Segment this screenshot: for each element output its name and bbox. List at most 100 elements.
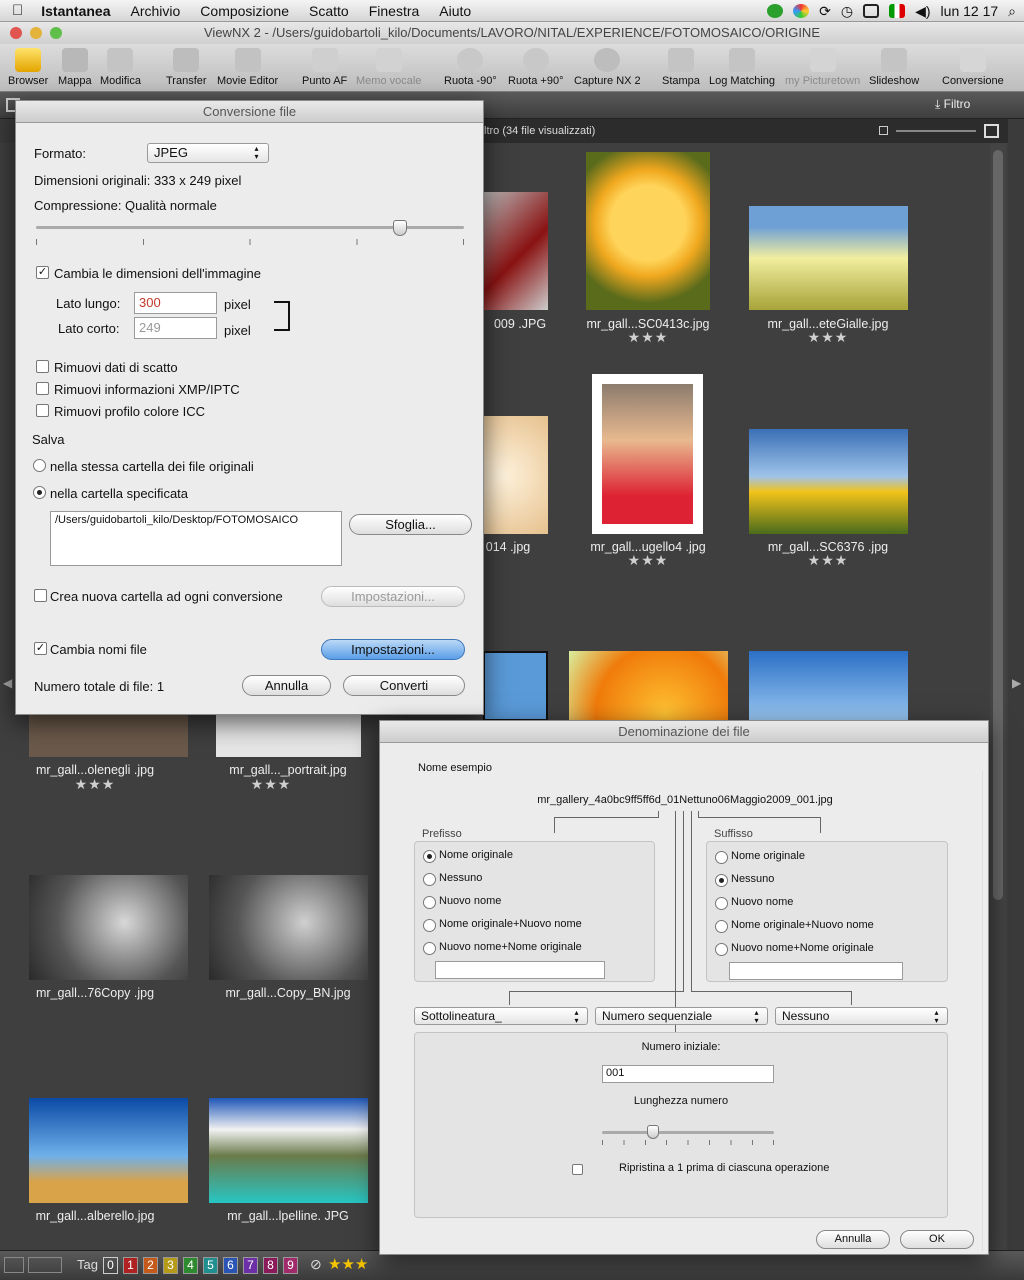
- minimize-icon[interactable]: [30, 27, 42, 39]
- numbering-select[interactable]: Numero sequenziale: [595, 1007, 768, 1025]
- toolbar-browser[interactable]: Browser: [8, 48, 48, 87]
- toolbar-ruota-dx[interactable]: Ruota +90°: [508, 48, 563, 87]
- start-number-input[interactable]: 001: [602, 1065, 774, 1083]
- flag-icon[interactable]: [889, 4, 906, 18]
- thumbnail[interactable]: [29, 875, 188, 980]
- short-side-input[interactable]: 249: [134, 317, 217, 339]
- large-thumb-icon[interactable]: [984, 124, 999, 138]
- toolbar-modifica[interactable]: Modifica: [100, 48, 141, 87]
- rating-stars[interactable]: ★★★: [563, 329, 733, 346]
- toolbar-movie-editor[interactable]: Movie Editor: [217, 48, 278, 87]
- filter-button[interactable]: ⤓ Filtro: [935, 97, 970, 112]
- wm-icon[interactable]: [767, 4, 784, 18]
- thumbnail[interactable]: [483, 416, 548, 534]
- format-select[interactable]: JPEG: [147, 143, 269, 163]
- prefix-radio-original[interactable]: [423, 850, 436, 863]
- color-wheel-icon[interactable]: [793, 4, 810, 18]
- rename-settings-button[interactable]: Impostazioni...: [321, 639, 465, 660]
- thumbnail[interactable]: [483, 651, 548, 721]
- zoom-icon[interactable]: [50, 27, 62, 39]
- toolbar-capture-nx[interactable]: Capture NX 2: [574, 48, 641, 87]
- cancel-button[interactable]: Annulla: [242, 675, 331, 696]
- close-icon[interactable]: [10, 27, 22, 39]
- thumbnail[interactable]: [749, 651, 908, 721]
- suffix-radio-none[interactable]: [715, 874, 728, 887]
- spotlight-icon[interactable]: ⌕: [1008, 3, 1016, 20]
- toolbar-mappa[interactable]: Mappa: [58, 48, 92, 87]
- rating-stars[interactable]: ★★★: [563, 552, 733, 569]
- left-panel-toggle-icon[interactable]: ◀: [3, 676, 12, 690]
- menu-app[interactable]: Istantanea: [31, 3, 120, 19]
- time-machine-icon[interactable]: ◷: [841, 3, 853, 20]
- suffix-radio-new-orig[interactable]: [715, 943, 728, 956]
- menu-aiuto[interactable]: Aiuto: [429, 3, 481, 19]
- toolbar-transfer[interactable]: Transfer: [166, 48, 207, 87]
- thumbnail[interactable]: [592, 374, 703, 534]
- toolbar-punto-af[interactable]: Punto AF: [302, 48, 347, 87]
- save-same-radio[interactable]: [33, 459, 46, 472]
- tag-6[interactable]: 6: [223, 1257, 238, 1274]
- scroll-thumb[interactable]: [993, 150, 1003, 900]
- naming-ok-button[interactable]: OK: [900, 1230, 974, 1249]
- thumbnail[interactable]: [749, 206, 908, 310]
- suffix-text-input[interactable]: [729, 962, 903, 980]
- display-icon[interactable]: [863, 4, 880, 18]
- remove-icc-checkbox[interactable]: [36, 404, 49, 417]
- browse-button[interactable]: Sfoglia...: [349, 514, 472, 535]
- sync-icon[interactable]: ⟳: [819, 3, 831, 20]
- thumbnail[interactable]: [586, 152, 710, 310]
- right-panel-toggle-icon[interactable]: ▶: [1012, 676, 1021, 690]
- destination-path-field[interactable]: /Users/guidobartoli_kilo/Desktop/FOTOMOS…: [50, 511, 342, 566]
- save-specified-radio[interactable]: [33, 486, 46, 499]
- remove-shot-checkbox[interactable]: [36, 360, 49, 373]
- separator-select[interactable]: Sottolineatura_: [414, 1007, 588, 1025]
- toolbar-my-picturetown[interactable]: my Picturetown: [785, 48, 860, 87]
- thumb-size-slider[interactable]: [896, 130, 976, 132]
- menu-finestra[interactable]: Finestra: [359, 3, 430, 19]
- tag-5[interactable]: 5: [203, 1257, 218, 1274]
- resize-checkbox[interactable]: ✓: [36, 266, 49, 279]
- volume-icon[interactable]: ◀): [915, 3, 930, 20]
- thumbnail[interactable]: [483, 192, 548, 310]
- tag-4[interactable]: 4: [183, 1257, 198, 1274]
- new-folder-checkbox[interactable]: [34, 589, 47, 602]
- toolbar-slideshow[interactable]: Slideshow: [869, 48, 919, 87]
- toolbar-conversione[interactable]: Conversione: [942, 48, 1004, 87]
- number-length-thumb[interactable]: [647, 1125, 659, 1139]
- prefix-text-input[interactable]: [435, 961, 605, 979]
- apple-icon[interactable]: : [0, 2, 31, 19]
- clock[interactable]: lun 12 17: [941, 3, 999, 19]
- tag-7[interactable]: 7: [243, 1257, 258, 1274]
- rename-checkbox[interactable]: ✓: [34, 642, 47, 655]
- menu-archivio[interactable]: Archivio: [121, 3, 191, 19]
- reset-checkbox[interactable]: [572, 1164, 583, 1175]
- thumbnail[interactable]: [209, 1098, 368, 1203]
- suffix-radio-orig-new[interactable]: [715, 920, 728, 933]
- prefix-radio-new-orig[interactable]: [423, 942, 436, 955]
- toolbar-log-matching[interactable]: Log Matching: [709, 48, 775, 87]
- thumbnail[interactable]: [216, 715, 361, 757]
- tag-2[interactable]: 2: [143, 1257, 158, 1274]
- panel-icon[interactable]: [4, 1257, 24, 1273]
- thumbnail[interactable]: [569, 651, 728, 721]
- suffix-radio-original[interactable]: [715, 851, 728, 864]
- aspect-link-icon[interactable]: [274, 301, 290, 331]
- tag-0[interactable]: 0: [103, 1257, 118, 1274]
- small-thumb-icon[interactable]: [879, 126, 888, 135]
- filmstrip-icon[interactable]: [28, 1257, 62, 1273]
- long-side-input[interactable]: 300: [134, 292, 217, 314]
- menu-scatto[interactable]: Scatto: [299, 3, 359, 19]
- remove-xmp-checkbox[interactable]: [36, 382, 49, 395]
- toolbar-stampa[interactable]: Stampa: [662, 48, 700, 87]
- rating-stars[interactable]: ★★★: [743, 552, 913, 569]
- tag-8[interactable]: 8: [263, 1257, 278, 1274]
- toolbar-ruota-sx[interactable]: Ruota -90°: [444, 48, 497, 87]
- dialog-scrollbar[interactable]: [982, 771, 988, 1251]
- compression-slider-thumb[interactable]: [392, 220, 407, 236]
- rating-stars[interactable]: ★★★: [10, 776, 180, 793]
- thumbnail[interactable]: [749, 429, 908, 534]
- no-rating-icon[interactable]: ⊘: [310, 1256, 322, 1273]
- prefix-radio-none[interactable]: [423, 873, 436, 886]
- folder-settings-button[interactable]: Impostazioni...: [321, 586, 465, 607]
- toolbar-memo-vocale[interactable]: Memo vocale: [356, 48, 421, 87]
